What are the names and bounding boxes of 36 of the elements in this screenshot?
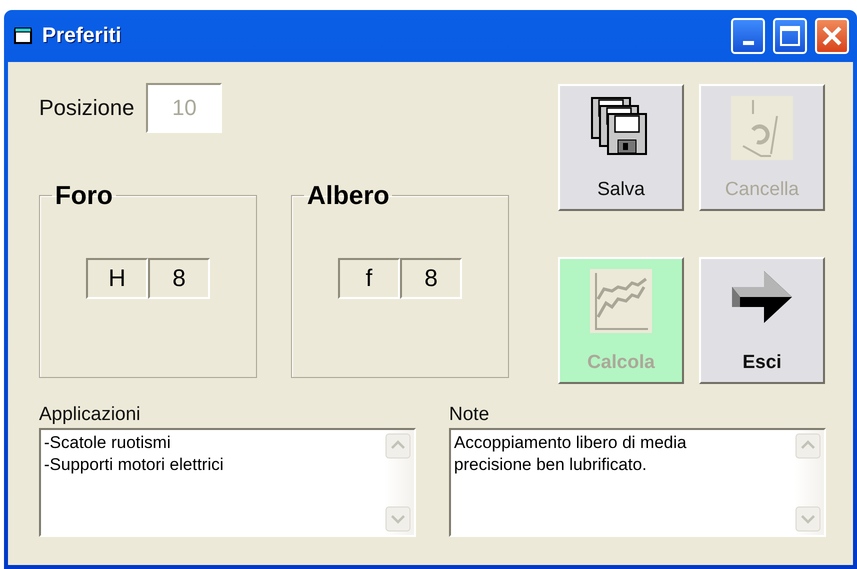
value-cell: 8 (148, 258, 210, 299)
minimize-button[interactable] (731, 18, 765, 54)
window-title: Preferiti (42, 24, 122, 48)
scroll-up-button[interactable] (795, 433, 821, 459)
field-label: Applicazioni (39, 403, 142, 427)
scroll-down-button[interactable] (385, 506, 411, 532)
group-title: Foro (54, 182, 114, 208)
scroll-up-button[interactable] (385, 433, 411, 459)
button-label: Calcola (587, 352, 655, 374)
button-label: Esci (742, 352, 782, 374)
button-label: Salva (597, 179, 645, 201)
save-button[interactable]: Salva (558, 84, 684, 211)
arrow-icon (730, 269, 794, 323)
window-icon (14, 27, 34, 45)
value-cell: 8 (400, 258, 462, 299)
text-content: -Scatole ruotismi -Supporti motori elettrici (43, 432, 225, 476)
maximize-button[interactable] (773, 18, 807, 54)
group-title: Albero (306, 182, 390, 208)
exit-button[interactable]: Esci (699, 257, 825, 384)
text-area[interactable]: -Scatole ruotismi -Supporti motori elettrici (39, 428, 416, 537)
minimize-icon (742, 41, 754, 45)
scrollbar[interactable] (794, 430, 824, 535)
recycle-bin-icon (731, 96, 793, 160)
value-cell: H (86, 258, 148, 299)
close-icon (821, 25, 843, 47)
text-content: Accoppiamento libero di media precisione ben lubrificato. (453, 432, 688, 476)
value-cell: f (338, 258, 400, 299)
field-label: Note (449, 403, 490, 427)
close-button[interactable] (815, 18, 849, 54)
button-label: Cancella (725, 179, 799, 201)
scroll-down-button[interactable] (795, 506, 821, 532)
line-chart-icon (590, 269, 652, 333)
maximize-icon (779, 25, 801, 47)
text-area[interactable]: Accoppiamento libero di media precisione ben lubrificato. (449, 428, 826, 537)
position-label: Posizione (39, 95, 134, 121)
scrollbar[interactable] (384, 430, 414, 535)
